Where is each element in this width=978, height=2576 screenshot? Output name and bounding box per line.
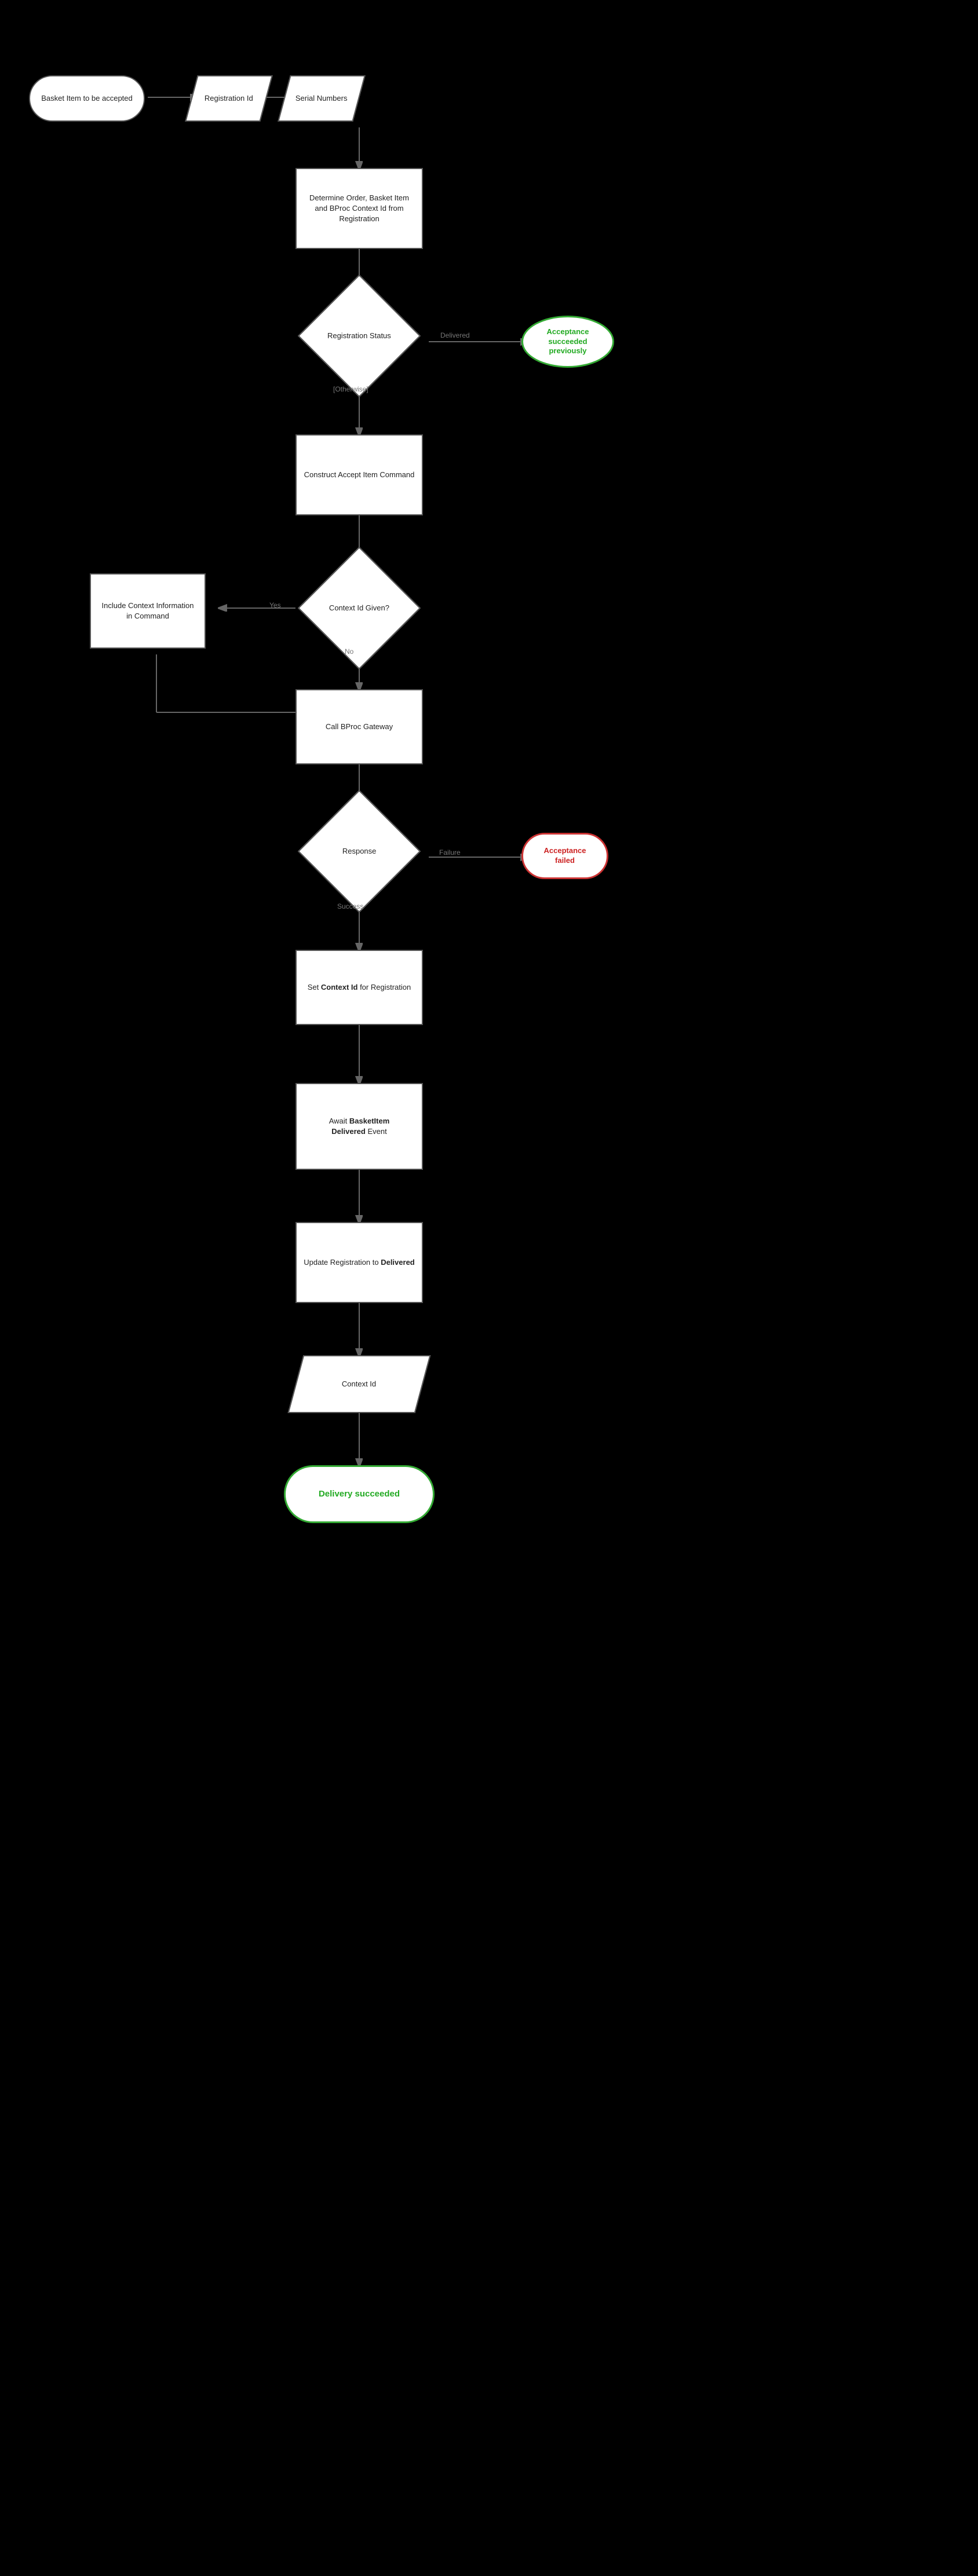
no-label: No [345, 647, 353, 656]
acceptance-failed-shape: Acceptance failed [521, 833, 608, 879]
include-context-label: Include Context Information in Command [98, 601, 198, 621]
construct-accept-shape: Construct Accept Item Command [295, 434, 423, 515]
failure-label: Failure [439, 848, 461, 857]
connectors-svg [0, 0, 978, 2576]
call-bproc-shape: Call BProc Gateway [295, 689, 423, 764]
delivery-succeeded-label: Delivery succeeded [319, 1488, 400, 1500]
update-registration-label: Update Registration to Delivered [304, 1257, 415, 1268]
determine-order-label: Determine Order, Basket Item and BProc C… [304, 193, 415, 225]
await-event-shape: Await BasketItemDelivered Event [295, 1083, 423, 1170]
acceptance-failed-label: Acceptance failed [534, 846, 596, 866]
context-id-out-shape: Context Id [295, 1355, 423, 1413]
registration-status-label: Registration Status [327, 331, 391, 341]
acceptance-succeeded-shape: Acceptance succeeded previously [521, 316, 614, 368]
acceptance-succeeded-label: Acceptance succeeded previously [531, 327, 604, 357]
context-id-given-shape: Context Id Given? [295, 562, 423, 654]
registration-status-shape: Registration Status [295, 290, 423, 382]
basket-item-shape: Basket Item to be accepted [29, 75, 145, 122]
basket-item-label: Basket Item to be accepted [41, 94, 133, 104]
diagram-container: Basket Item to be accepted Registration … [0, 0, 978, 2576]
yes-label: Yes [269, 601, 281, 609]
set-context-id-shape: Set Context Id for Registration [295, 950, 423, 1025]
success-label: Success [337, 902, 363, 910]
registration-id-label: Registration Id [205, 94, 253, 104]
include-context-shape: Include Context Information in Command [90, 573, 206, 649]
serial-numbers-label: Serial Numbers [295, 94, 348, 104]
otherwise-label: [Otherwise] [333, 385, 368, 393]
context-id-given-label: Context Id Given? [329, 603, 389, 613]
determine-order-shape: Determine Order, Basket Item and BProc C… [295, 168, 423, 249]
registration-id-shape: Registration Id [191, 75, 267, 122]
delivery-succeeded-shape: Delivery succeeded [284, 1465, 435, 1523]
call-bproc-label: Call BProc Gateway [326, 722, 393, 732]
delivered-label: Delivered [440, 331, 470, 339]
await-event-label: Await BasketItemDelivered Event [329, 1116, 390, 1137]
serial-numbers-shape: Serial Numbers [284, 75, 359, 122]
set-context-id-label: Set Context Id for Registration [308, 982, 411, 993]
response-shape: Response [295, 805, 423, 898]
response-label: Response [342, 846, 377, 857]
construct-accept-label: Construct Accept Item Command [304, 470, 415, 480]
update-registration-shape: Update Registration to Delivered [295, 1222, 423, 1303]
context-id-out-label: Context Id [342, 1380, 376, 1389]
